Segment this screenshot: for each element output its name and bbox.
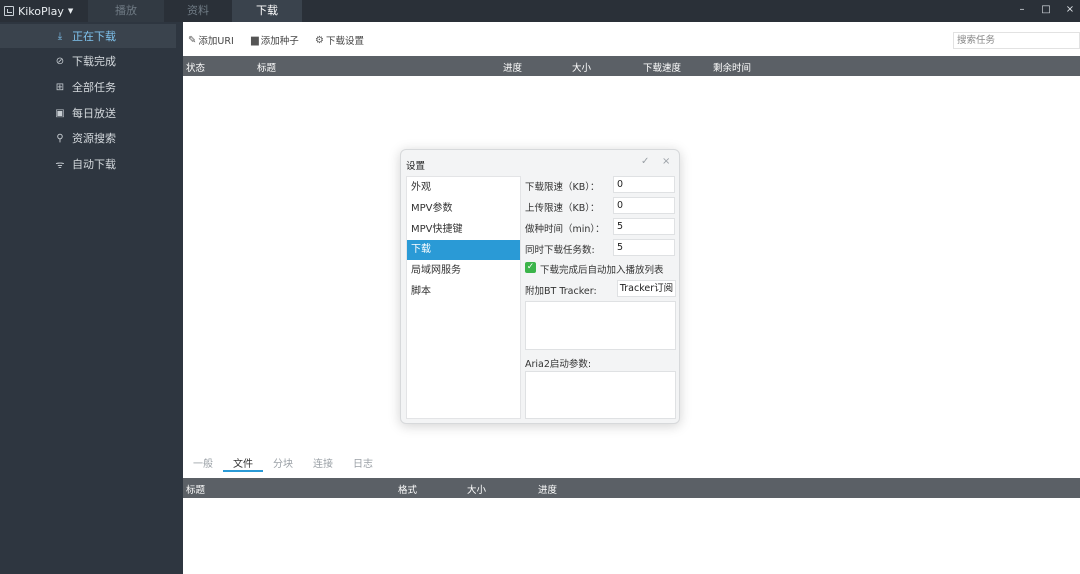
file-table-header: 标题 格式 大小 进度 — [183, 478, 1080, 498]
tab-pieces[interactable]: 分块 — [273, 455, 293, 470]
active-tab-indicator — [223, 470, 263, 472]
detail-tabs: 一般 文件 分块 连接 日志 — [183, 448, 1080, 478]
upload-limit-label: 上传限速（KB）： — [525, 203, 600, 214]
sidebar: ⤓ 正在下载 ⊘ 下载完成 ⊞ 全部任务 ▣ 每日放送 ⚲ 资源搜索 ᯤ 自动下… — [0, 22, 176, 574]
sidebar-item-auto-download[interactable]: ᯤ 自动下载 — [0, 152, 176, 176]
aria2-args-textarea[interactable] — [525, 371, 676, 419]
download-limit-label: 下载限速（KB）： — [525, 182, 600, 193]
add-torrent-button[interactable]: ▆ 添加种子 — [251, 32, 299, 48]
column-title[interactable]: 标题 — [257, 60, 276, 74]
settings-nav-mpv-shortcuts[interactable]: MPV快捷键 — [407, 220, 520, 240]
settings-nav: 外观 MPV参数 MPV快捷键 下载 局域网服务 脚本 — [406, 176, 521, 419]
add-torrent-label: 添加种子 — [260, 36, 299, 47]
sidebar-item-label: 每日放送 — [72, 107, 116, 120]
minimize-button[interactable]: – — [1010, 0, 1034, 22]
auto-add-playlist-checkbox[interactable]: ✓ — [525, 262, 536, 273]
column-file-progress[interactable]: 进度 — [538, 482, 557, 496]
tab-general[interactable]: 一般 — [193, 455, 213, 470]
file-list[interactable] — [183, 498, 1080, 574]
bt-tracker-textarea[interactable] — [525, 301, 676, 350]
add-uri-button[interactable]: ✎ 添加URI — [188, 32, 234, 48]
close-icon[interactable]: × — [662, 156, 670, 167]
column-file-title[interactable]: 标题 — [186, 482, 205, 496]
add-uri-label: 添加URI — [198, 36, 234, 47]
sidebar-item-label: 自动下载 — [72, 158, 116, 171]
sidebar-item-daily[interactable]: ▣ 每日放送 — [0, 101, 176, 125]
app-menu[interactable]: KikoPlay ▼ — [4, 2, 73, 20]
edit-icon: ✎ — [188, 34, 197, 46]
dialog-title: 设置 — [406, 161, 426, 172]
task-table-header: 状态 标题 进度 大小 下载速度 剩余时间 — [183, 56, 1080, 76]
column-size[interactable]: 大小 — [572, 60, 591, 74]
grid-icon: ⊞ — [55, 81, 65, 93]
auto-add-playlist-label: 下载完成后自动加入播放列表 — [540, 265, 664, 276]
file-icon: ▆ — [251, 34, 259, 46]
close-button[interactable]: × — [1058, 0, 1080, 22]
concurrent-tasks-field[interactable] — [613, 239, 675, 256]
sidebar-item-completed[interactable]: ⊘ 下载完成 — [0, 49, 176, 73]
column-file-size[interactable]: 大小 — [467, 482, 486, 496]
seed-time-label: 做种时间（min）： — [525, 224, 605, 235]
sidebar-item-label: 全部任务 — [72, 81, 116, 94]
app-logo-icon — [4, 6, 14, 16]
tab-download[interactable]: 下载 — [232, 0, 302, 22]
sidebar-item-all-tasks[interactable]: ⊞ 全部任务 — [0, 75, 176, 99]
search-input[interactable] — [953, 32, 1080, 49]
download-limit-field[interactable] — [613, 176, 675, 193]
rss-icon: ᯤ — [55, 160, 65, 171]
column-speed[interactable]: 下载速度 — [643, 60, 681, 74]
column-status[interactable]: 状态 — [186, 60, 205, 74]
app-name: KikoPlay — [18, 4, 64, 18]
confirm-icon[interactable]: ✓ — [641, 156, 649, 167]
search-icon: ⚲ — [56, 132, 64, 144]
upload-limit-field[interactable] — [613, 197, 675, 214]
bt-tracker-label: 附加BT Tracker: — [525, 286, 597, 297]
calendar-icon: ▣ — [55, 107, 65, 119]
concurrent-tasks-label: 同时下载任务数: — [525, 245, 595, 256]
settings-nav-mpv-params[interactable]: MPV参数 — [407, 199, 520, 219]
settings-nav-script[interactable]: 脚本 — [407, 282, 520, 302]
sidebar-item-label: 正在下载 — [72, 30, 116, 43]
maximize-button[interactable]: □ — [1034, 0, 1058, 22]
download-settings-label: 下载设置 — [325, 36, 364, 47]
sidebar-item-label: 资源搜索 — [72, 132, 116, 145]
tab-play[interactable]: 播放 — [88, 0, 164, 22]
tab-log[interactable]: 日志 — [353, 455, 373, 470]
settings-nav-download[interactable]: 下载 — [407, 240, 520, 260]
tracker-subscribe-button[interactable]: Tracker订阅 — [617, 280, 676, 297]
title-bar: KikoPlay ▼ 播放 资料 下载 – □ × — [0, 0, 1080, 22]
sidebar-item-downloading[interactable]: ⤓ 正在下载 — [0, 24, 176, 48]
settings-nav-lan-service[interactable]: 局域网服务 — [407, 261, 520, 281]
tab-files[interactable]: 文件 — [233, 455, 253, 470]
tab-connections[interactable]: 连接 — [313, 455, 333, 470]
check-circle-icon: ⊘ — [55, 55, 65, 67]
download-icon: ⤓ — [57, 30, 63, 42]
sidebar-item-label: 下载完成 — [72, 55, 116, 68]
toolbar: ✎ 添加URI ▆ 添加种子 ⚙ 下载设置 — [183, 22, 1080, 56]
column-progress[interactable]: 进度 — [503, 60, 522, 74]
column-remaining[interactable]: 剩余时间 — [713, 60, 751, 74]
column-format[interactable]: 格式 — [398, 482, 417, 496]
settings-nav-appearance[interactable]: 外观 — [407, 178, 520, 198]
settings-dialog: 设置 ✓ × 外观 MPV参数 MPV快捷键 下载 局域网服务 脚本 下载限速（… — [400, 149, 680, 424]
gear-icon: ⚙ — [315, 34, 324, 46]
tab-library[interactable]: 资料 — [164, 0, 232, 22]
aria2-args-label: Aria2启动参数: — [525, 359, 592, 370]
download-settings-button[interactable]: ⚙ 下载设置 — [315, 32, 364, 48]
chevron-down-icon: ▼ — [67, 7, 74, 15]
seed-time-field[interactable] — [613, 218, 675, 235]
sidebar-item-resource-search[interactable]: ⚲ 资源搜索 — [0, 126, 176, 150]
